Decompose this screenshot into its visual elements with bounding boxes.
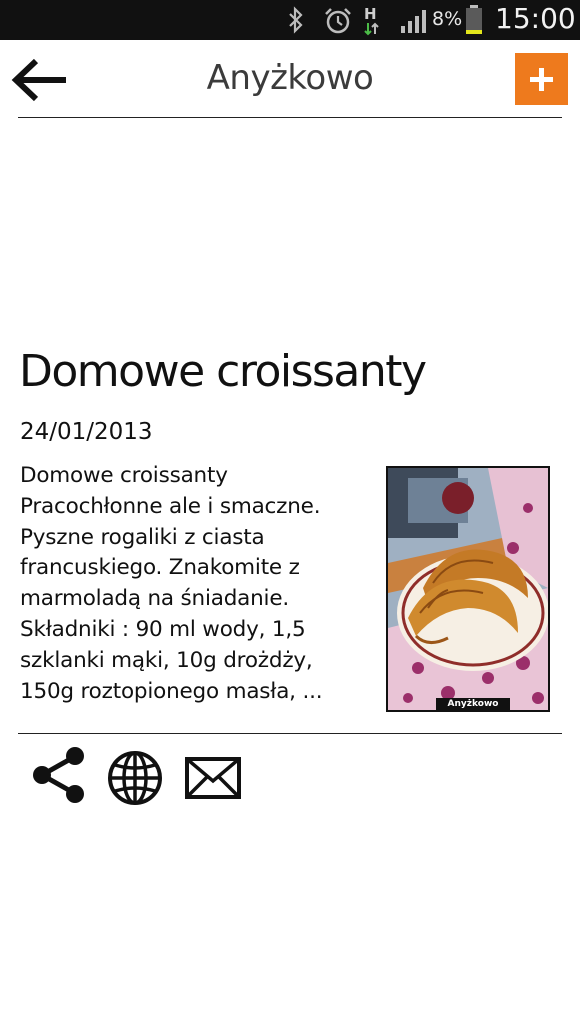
bluetooth-icon bbox=[289, 6, 303, 34]
excerpt-line: Pracochłonne ale i smaczne. bbox=[20, 493, 321, 519]
excerpt-line: francuskiego. Znakomite z bbox=[20, 555, 300, 581]
website-button[interactable] bbox=[106, 745, 166, 805]
battery-icon bbox=[466, 5, 482, 34]
battery-percent: 8% bbox=[432, 8, 463, 30]
article-thumbnail[interactable]: Anyżkowo bbox=[386, 466, 550, 712]
content-divider bbox=[18, 733, 562, 734]
add-button[interactable] bbox=[515, 53, 568, 105]
signal-strength-icon bbox=[401, 10, 426, 33]
header-divider bbox=[18, 117, 562, 118]
status-time: 15:00 bbox=[495, 2, 576, 35]
excerpt-line: Pyszne rogaliki z ciasta bbox=[20, 524, 265, 550]
thumbnail-watermark: Anyżkowo bbox=[436, 698, 510, 710]
share-icon bbox=[33, 747, 84, 803]
excerpt-line: szklanki mąki, 10g drożdży, bbox=[20, 647, 313, 673]
excerpt-line: 150g roztopionego masła, ... bbox=[20, 678, 323, 704]
network-type-label: H bbox=[364, 5, 377, 23]
excerpt-line: Składniki : 90 ml wody, 1,5 bbox=[20, 616, 306, 642]
app-header: Anyżkowo bbox=[0, 40, 580, 120]
globe-icon bbox=[108, 751, 162, 805]
article-excerpt[interactable]: Domowe croissanty Pracochłonne ale i sma… bbox=[20, 461, 376, 707]
alarm-icon bbox=[325, 8, 351, 34]
action-bar bbox=[0, 740, 580, 810]
excerpt-line: Domowe croissanty bbox=[20, 463, 228, 488]
croissant-photo bbox=[388, 468, 548, 710]
hspa-data-icon bbox=[364, 22, 379, 36]
excerpt-line: marmoladą na śniadanie. bbox=[20, 586, 289, 612]
status-bar: H 8% 15:00 bbox=[0, 0, 580, 40]
app-title: Anyżkowo bbox=[206, 58, 374, 98]
article-title[interactable]: Domowe croissanty bbox=[19, 346, 427, 397]
mail-icon bbox=[185, 757, 241, 799]
article-date: 24/01/2013 bbox=[20, 419, 153, 445]
email-button[interactable] bbox=[183, 745, 243, 805]
share-button[interactable] bbox=[29, 745, 89, 805]
